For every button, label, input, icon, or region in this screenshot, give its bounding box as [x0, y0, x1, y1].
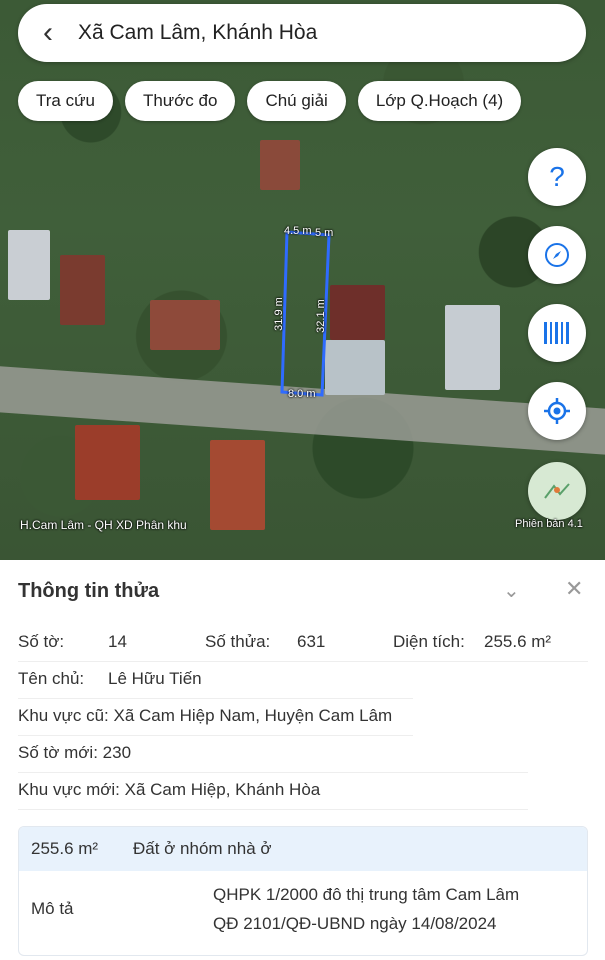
so-to-label: Số tờ: [18, 632, 65, 651]
divider [18, 772, 528, 773]
compass-icon[interactable] [528, 226, 586, 284]
chip-row: Tra cứu Thước đo Chú giải Lớp Q.Hoạch (4… [18, 81, 522, 121]
divider [18, 735, 413, 736]
description-line2: QĐ 2101/QĐ-UBND ngày 14/08/2024 [213, 914, 497, 933]
measure-right: 32.1 m [314, 299, 327, 333]
row-so-thua: Số thửa: 631 [205, 632, 325, 652]
row-khu-vuc-moi: Khu vực mới: Xã Cam Hiệp, Khánh Hòa [18, 780, 320, 800]
ten-chu-label: Tên chủ: [18, 669, 85, 688]
so-to-moi-label: Số tờ mới: [18, 743, 98, 762]
khu-vuc-moi-label: Khu vực mới: [18, 780, 120, 799]
back-icon[interactable]: ‹ [18, 16, 78, 50]
location-title: Xã Cam Lâm, Khánh Hòa [78, 21, 318, 44]
khu-vuc-moi-value: Xã Cam Hiệp, Khánh Hòa [124, 780, 321, 799]
ten-chu-value: Lê Hữu Tiến [108, 669, 202, 688]
chip-lop-quy-hoach[interactable]: Lớp Q.Hoạch (4) [357, 81, 522, 121]
map-layer-icon[interactable] [528, 462, 586, 520]
measure-bottom: 8.0 m [288, 388, 316, 400]
row-ten-chu: Tên chủ: Lê Hữu Tiến [18, 669, 202, 689]
row-khu-vuc-cu: Khu vực cũ: Xã Cam Hiệp Nam, Huyện Cam L… [18, 706, 392, 726]
measure-top-right: 5 m [315, 227, 334, 239]
divider [18, 809, 528, 810]
panel-title: Thông tin thửa [18, 580, 160, 602]
divider [18, 698, 413, 699]
dien-tich-label: Diện tích: [393, 632, 465, 651]
chip-tra-cuu[interactable]: Tra cứu [18, 81, 113, 121]
land-type: Đất ở nhóm nhà ở [133, 839, 272, 858]
measure-left: 31.9 m [272, 297, 285, 331]
row-so-to-moi: Số tờ mới: 230 [18, 743, 131, 763]
barcode-icon[interactable] [528, 304, 586, 362]
so-thua-value: 631 [297, 632, 326, 651]
help-icon[interactable]: ? [528, 148, 586, 206]
satellite-map[interactable]: 4.5 m 5 m 31.9 m 32.1 m 8.0 m ‹ Xã Cam L… [0, 0, 605, 560]
zoning-card-header: 255.6 m² Đất ở nhóm nhà ở [19, 827, 587, 871]
description-label: Mô tả [31, 899, 74, 918]
chip-thuoc-do[interactable]: Thước đo [124, 81, 236, 121]
description-line1: QHPK 1/2000 đô thị trung tâm Cam Lâm [213, 885, 520, 904]
so-thua-label: Số thửa: [205, 632, 271, 651]
close-icon[interactable]: ✕ [565, 576, 583, 602]
parcel-info-panel: Thông tin thửa ⌄ ✕ Số tờ: 14 Số thửa: 63… [0, 560, 605, 960]
khu-vuc-cu-label: Khu vực cũ: [18, 706, 109, 725]
chevron-down-icon[interactable]: ⌄ [503, 578, 520, 603]
row-so-to: Số tờ: 14 [18, 632, 127, 652]
measure-top-left: 4.5 m [284, 225, 312, 237]
row-dien-tich: Diện tích: 255.6 m² [393, 632, 551, 652]
zoning-card: 255.6 m² Đất ở nhóm nhà ở Mô tả QHPK 1/2… [18, 826, 588, 956]
version-label: Phiên bản 4.1 [515, 518, 583, 530]
search-bar[interactable]: ‹ Xã Cam Lâm, Khánh Hòa [18, 4, 586, 62]
so-to-moi-value: 230 [102, 743, 132, 762]
dien-tich-value: 255.6 m² [484, 632, 552, 651]
map-layer-label: H.Cam Lâm - QH XD Phân khu [20, 518, 187, 532]
so-to-value: 14 [108, 632, 127, 651]
locate-icon[interactable] [528, 382, 586, 440]
khu-vuc-cu-value: Xã Cam Hiệp Nam, Huyện Cam Lâm [113, 706, 393, 725]
divider [18, 661, 588, 662]
zoning-area: 255.6 m² [31, 839, 99, 858]
chip-chu-giai[interactable]: Chú giải [247, 81, 346, 121]
